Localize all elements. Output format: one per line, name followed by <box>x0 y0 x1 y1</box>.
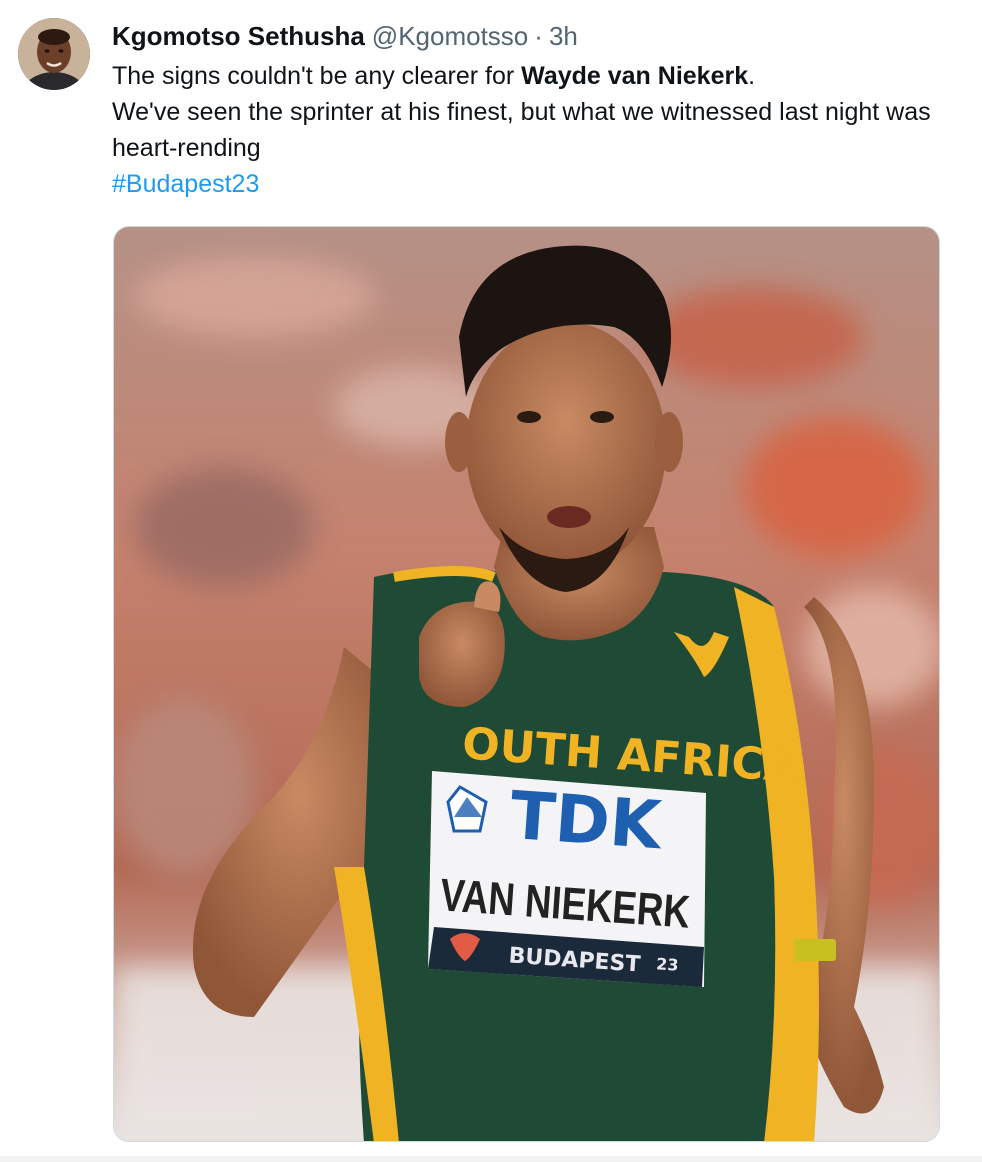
tweet-text-line-1: The signs couldn't be any clearer for Wa… <box>112 58 982 94</box>
tweet-text: The signs couldn't be any clearer for Wa… <box>112 58 982 202</box>
hashtag-link[interactable]: #Budapest23 <box>112 170 259 198</box>
tweet-header: Kgomotso Sethusha @Kgomotsso · 3h <box>112 19 578 53</box>
tweet-media-photo[interactable]: OUTH AFRICA TDK VAN NIEKERK BUDAPEST 23 <box>113 226 940 1142</box>
author-display-name[interactable]: Kgomotso Sethusha <box>112 19 365 53</box>
tweet-text-line-4: #Budapest23 <box>112 166 982 202</box>
tweet-text-bold-name: Wayde van Niekerk <box>521 62 749 90</box>
tweet-timestamp[interactable]: 3h <box>549 19 578 53</box>
tweet-text-line-2: We've seen the sprinter at his finest, b… <box>112 98 931 126</box>
tweet-text-line1-suffix: . <box>748 62 756 90</box>
bib-sponsor-text: TDK <box>508 777 667 865</box>
tweet-text-line-3: heart-rending <box>112 134 261 162</box>
author-avatar[interactable] <box>18 18 90 90</box>
header-separator: · <box>534 21 543 51</box>
sprinter-photo: OUTH AFRICA TDK VAN NIEKERK BUDAPEST 23 <box>114 227 939 1141</box>
wrist-watch <box>794 939 836 961</box>
bib-event-number: 23 <box>656 954 680 975</box>
tweet-text-line1-prefix: The signs couldn't be any clearer for <box>112 62 522 90</box>
divider <box>0 1156 982 1162</box>
avatar-icon <box>18 18 90 90</box>
author-handle[interactable]: @Kgomotsso <box>372 19 528 53</box>
